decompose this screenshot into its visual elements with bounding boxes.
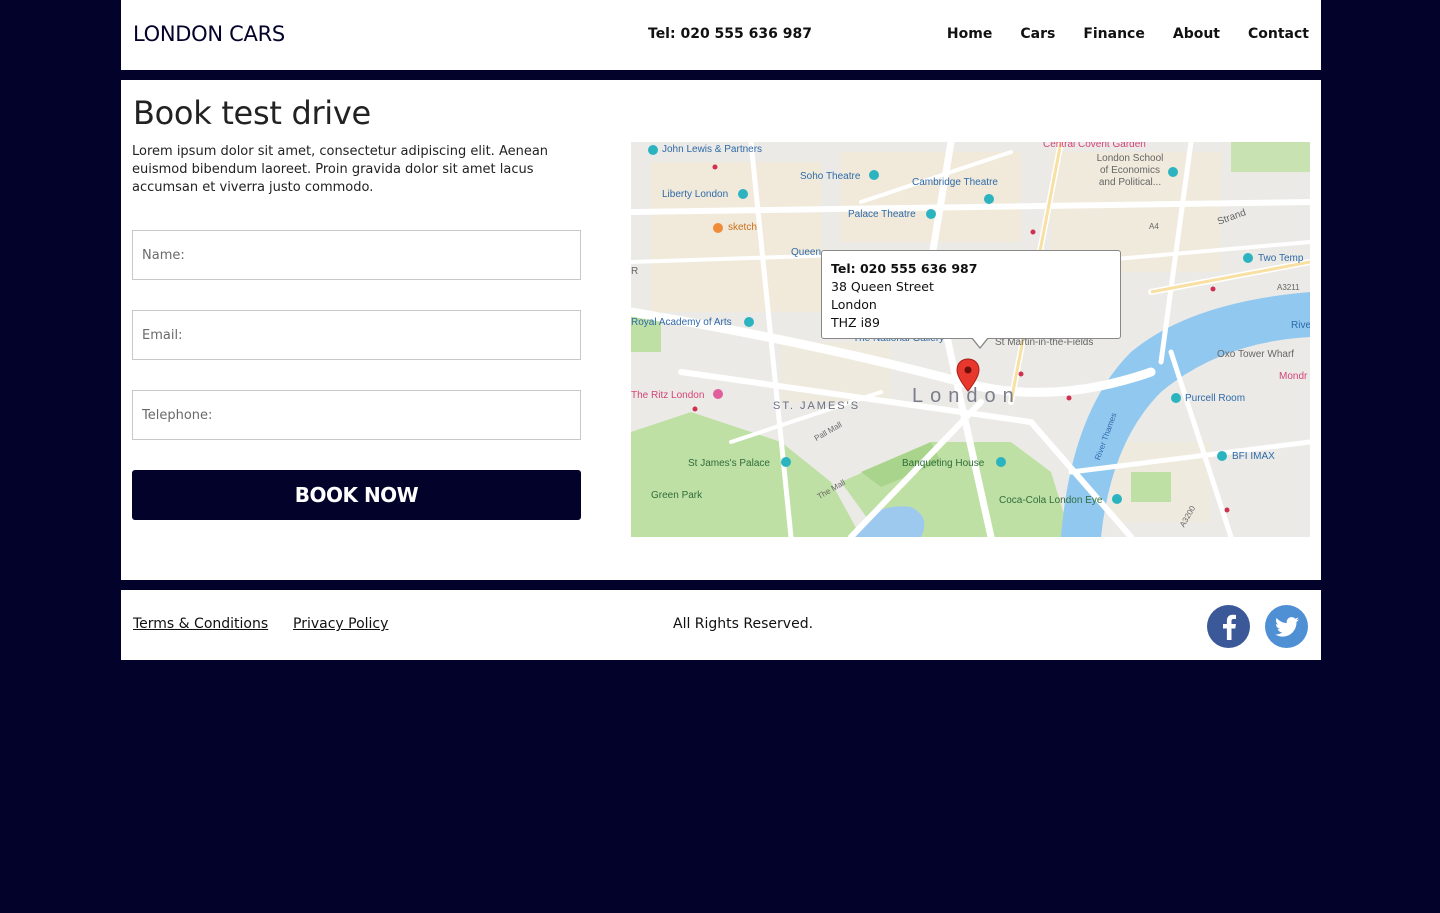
booking-section: Book test drive Lorem ipsum dolor sit am…: [121, 80, 1321, 580]
map-label: Coca-Cola London Eye: [999, 495, 1103, 506]
map-info-window: Tel: 020 555 636 987 38 Queen Street Lon…: [821, 250, 1121, 339]
info-street: 38 Queen Street: [831, 279, 934, 294]
map-label: St James's Palace: [688, 458, 770, 469]
email-input[interactable]: [132, 310, 581, 360]
nav-cars[interactable]: Cars: [1020, 26, 1055, 42]
book-now-button[interactable]: BOOK NOW: [132, 470, 581, 520]
map-label: Green Park: [651, 490, 703, 501]
district-label: ST. JAMES'S: [773, 400, 861, 412]
map-label: A3211: [1277, 283, 1300, 292]
map-label: Purcell Room: [1185, 393, 1246, 404]
page-title: Book test drive: [133, 94, 371, 132]
site-header: LONDON CARS Tel: 020 555 636 987 Home Ca…: [121, 0, 1321, 70]
header-telephone: Tel: 020 555 636 987: [648, 26, 812, 42]
location-map[interactable]: John Lewis & Partners Central Covent Gar…: [631, 142, 1310, 537]
map-label: Mondr: [1279, 371, 1308, 382]
map-label: Banqueting House: [902, 458, 985, 469]
map-label: The Ritz London: [631, 390, 705, 401]
map-label: Oxo Tower Wharf: [1217, 349, 1295, 360]
map-label: Rive: [1291, 320, 1310, 331]
map-label: BFI IMAX: [1232, 451, 1275, 462]
map-label: Royal Academy of Arts: [631, 317, 732, 328]
map-label: Central Covent Garden: [1043, 142, 1146, 150]
map-pin-icon[interactable]: [956, 358, 980, 392]
map-label: sketch: [728, 222, 757, 233]
facebook-button[interactable]: [1207, 605, 1250, 648]
map-label: Palace Theatre: [848, 209, 916, 220]
info-telephone: Tel: 020 555 636 987: [831, 261, 978, 276]
terms-link[interactable]: Terms & Conditions: [133, 616, 268, 632]
twitter-button[interactable]: [1265, 605, 1308, 648]
nav-finance[interactable]: Finance: [1083, 26, 1145, 42]
map-label: Liberty London: [662, 189, 729, 200]
map-label: John Lewis & Partners: [662, 144, 763, 155]
name-input[interactable]: [132, 230, 581, 280]
site-logo[interactable]: LONDON CARS: [133, 22, 285, 46]
privacy-link[interactable]: Privacy Policy: [293, 616, 388, 632]
map-label: London School of Economics and Political…: [1096, 153, 1164, 188]
map-label: Two Temp: [1258, 253, 1304, 264]
copyright-text: All Rights Reserved.: [673, 616, 814, 632]
map-label: A4: [1149, 222, 1159, 231]
main-nav: Home Cars Finance About Contact: [919, 26, 1309, 42]
nav-contact[interactable]: Contact: [1248, 26, 1309, 42]
info-window-tail-inner: [972, 337, 988, 347]
twitter-icon: [1274, 616, 1299, 637]
info-city: London: [831, 297, 877, 312]
intro-text: Lorem ipsum dolor sit amet, consectetur …: [132, 144, 549, 195]
nav-home[interactable]: Home: [947, 26, 992, 42]
map-label: Cambridge Theatre: [912, 177, 998, 188]
telephone-input[interactable]: [132, 390, 581, 440]
site-footer: Terms & Conditions Privacy Policy All Ri…: [121, 590, 1321, 660]
map-label: R: [631, 266, 639, 277]
map-label: Soho Theatre: [800, 171, 861, 182]
info-postcode: THZ i89: [831, 315, 880, 330]
facebook-icon: [1222, 614, 1236, 640]
map-label: Queen: [791, 247, 822, 258]
nav-about[interactable]: About: [1173, 26, 1220, 42]
